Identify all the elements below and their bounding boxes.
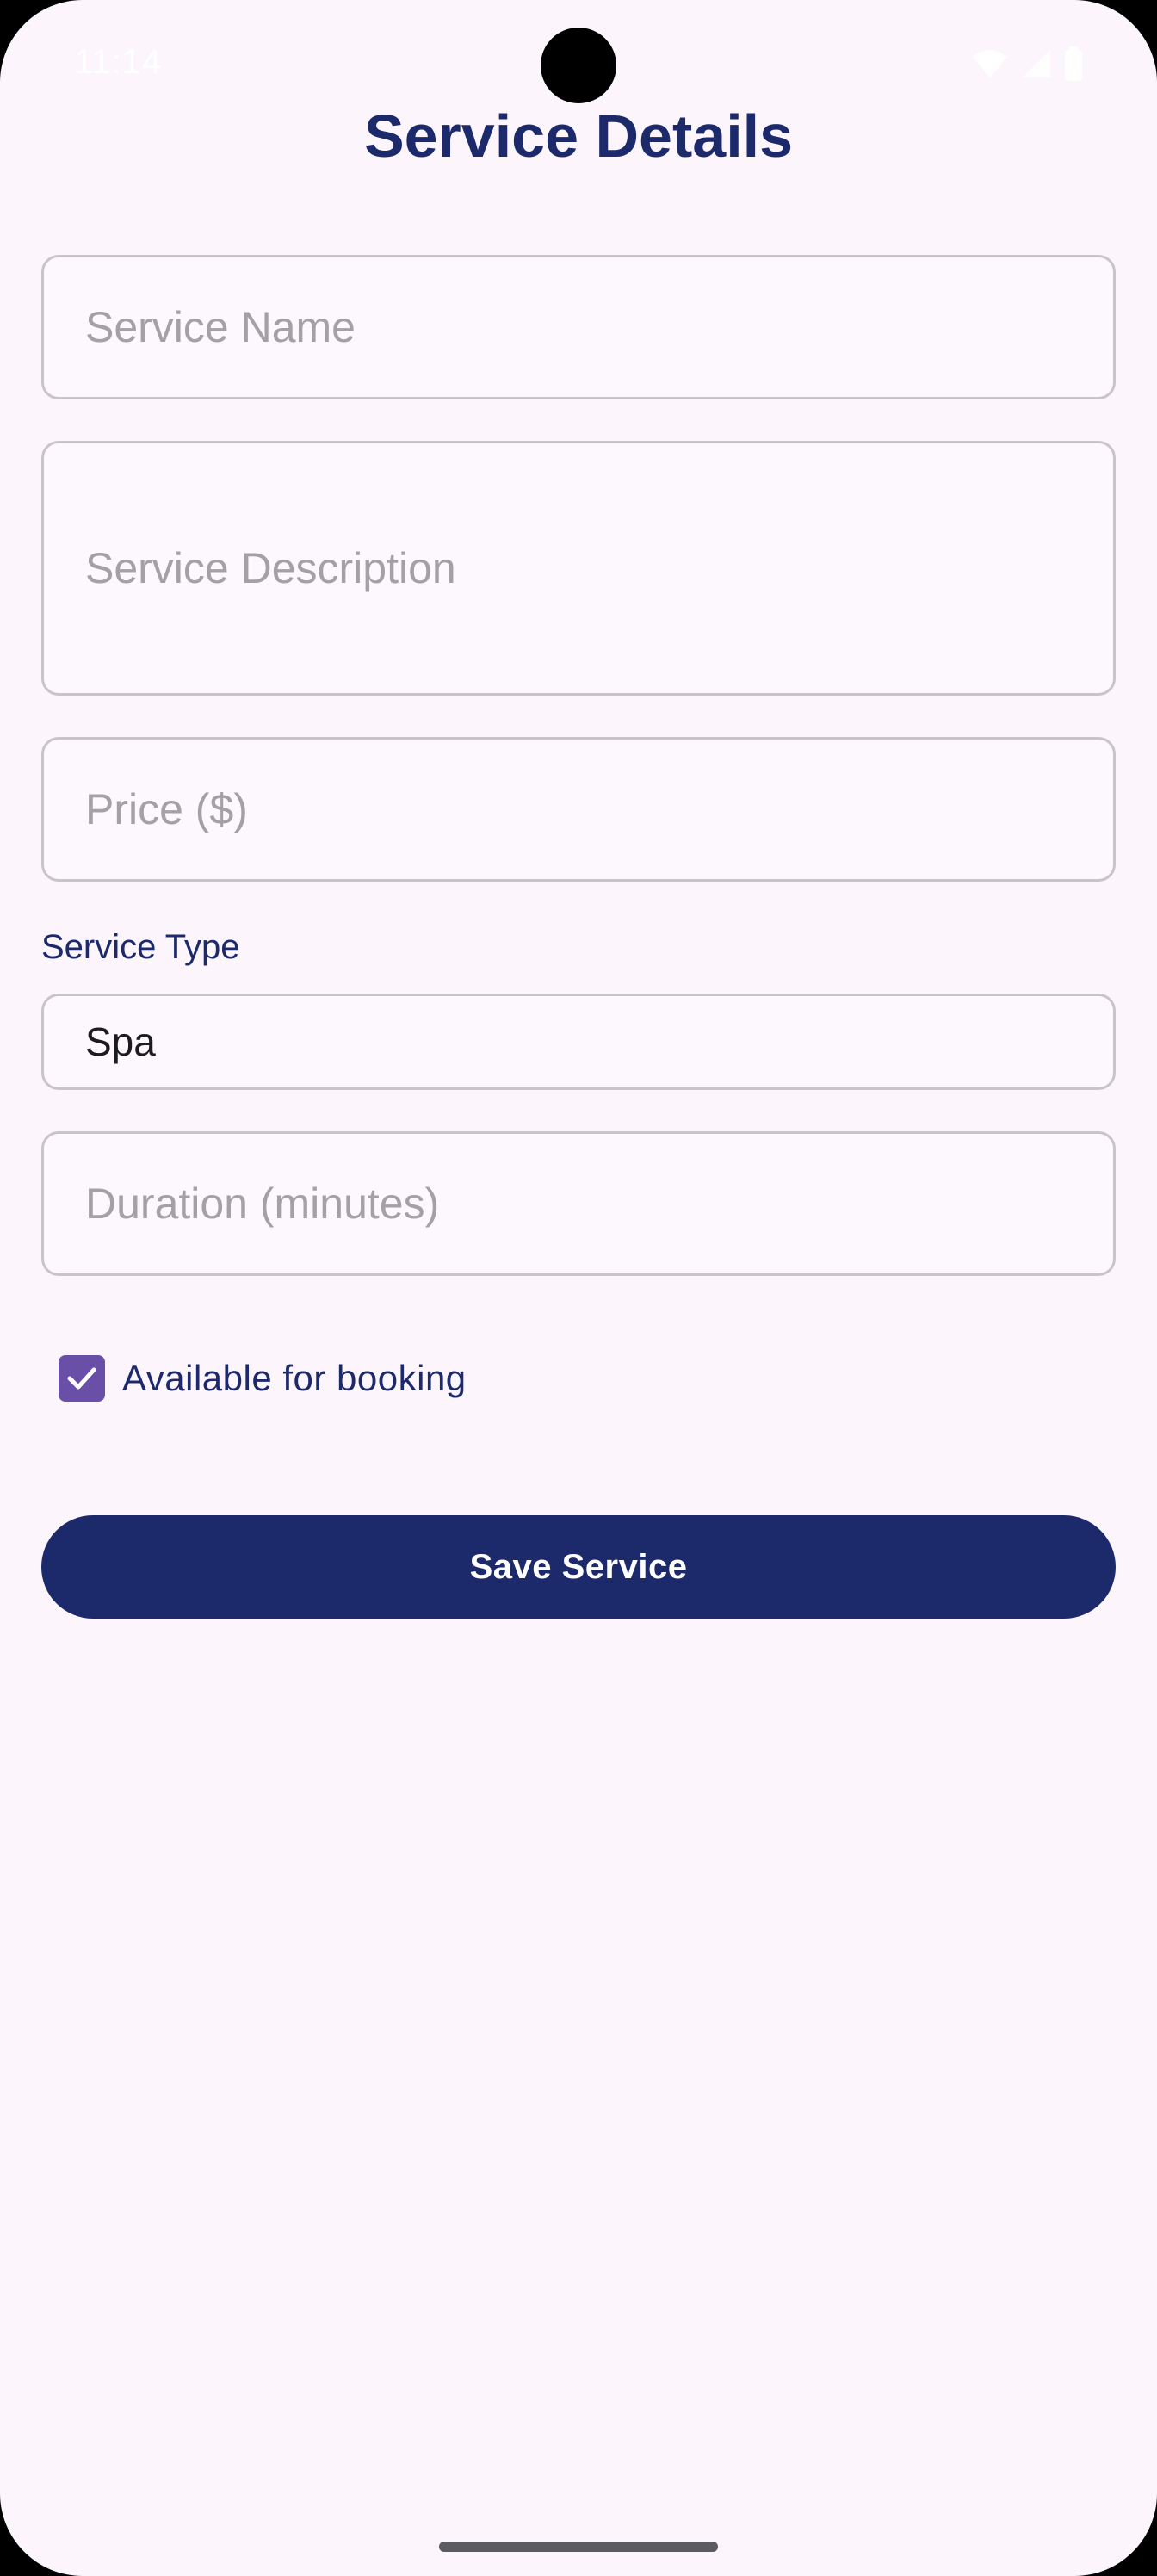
service-name-placeholder: Service Name [85,303,356,351]
available-for-booking-row[interactable]: Available for booking [59,1355,467,1402]
duration-field[interactable]: Duration (minutes) [41,1131,1116,1276]
price-placeholder: Price ($) [85,785,248,833]
wifi-icon [971,48,1009,79]
service-type-value: Spa [85,1019,156,1064]
service-name-field[interactable]: Service Name [41,255,1116,399]
save-service-button[interactable]: Save Service [41,1515,1116,1619]
service-type-select[interactable]: Spa [41,994,1116,1090]
signal-icon [1021,48,1052,79]
page-title: Service Details [363,102,794,170]
home-indicator[interactable] [439,2542,718,2552]
app-screen: 11:14 Service Details Service Name Servi… [0,0,1157,2576]
service-description-placeholder: Service Description [85,544,456,592]
check-icon [67,1367,96,1390]
status-icons [971,46,1083,81]
price-field[interactable]: Price ($) [41,737,1116,882]
available-checkbox-label: Available for booking [122,1358,467,1398]
front-camera-cutout [541,28,616,103]
available-checkbox[interactable] [59,1355,105,1402]
status-time: 11:14 [74,43,163,81]
duration-placeholder: Duration (minutes) [85,1180,440,1228]
battery-icon [1064,46,1083,81]
service-description-field[interactable]: Service Description [41,441,1116,696]
service-type-label: Service Type [41,928,240,966]
